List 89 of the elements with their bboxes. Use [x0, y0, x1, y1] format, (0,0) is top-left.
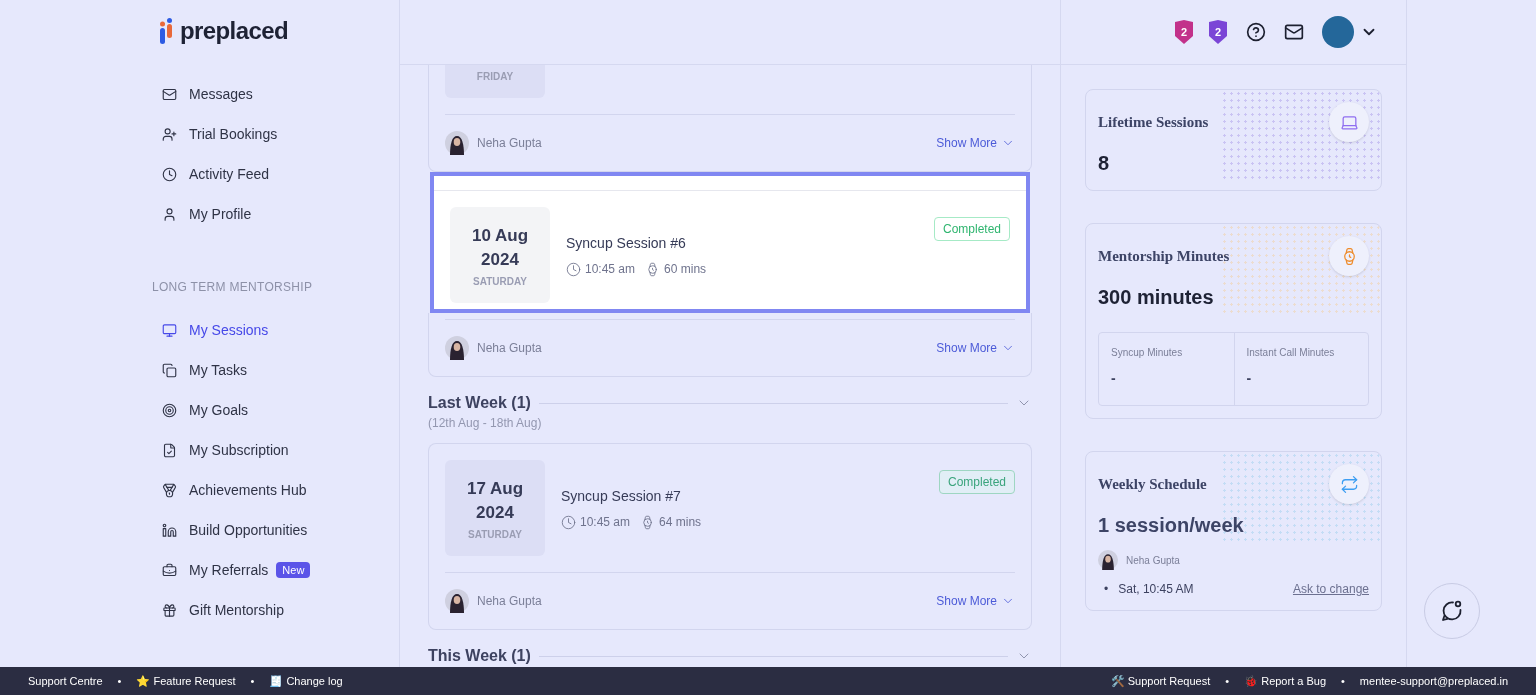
breakdown-value: -: [1246, 369, 1253, 388]
nav-item[interactable]: My Sessions: [152, 310, 399, 350]
session-day: 10 Aug: [471, 224, 528, 248]
group-title: This Week (1): [428, 646, 531, 666]
monitor-icon: [162, 322, 177, 338]
user-icon: [162, 206, 177, 222]
target-icon: [162, 402, 177, 418]
nav-item[interactable]: Activity Feed: [152, 154, 399, 194]
footer-link[interactable]: 🛠 Support Request: [1110, 672, 1211, 690]
group-date-range: (12th Aug - 18th Aug): [428, 415, 543, 431]
gift-icon: [162, 602, 177, 618]
show-more-button[interactable]: Show More: [936, 592, 1015, 610]
nav-item[interactable]: Gift Mentorship: [152, 590, 399, 630]
nav-item[interactable]: My Referrals New: [152, 550, 399, 590]
briefcase-icon: [162, 562, 177, 578]
separator-dot: •: [250, 673, 255, 689]
session-duration: 60 mins: [664, 261, 707, 278]
breakdown-label: Instant Call Minutes: [1246, 346, 1336, 360]
user-plus-icon: [162, 126, 177, 142]
schedule-slot: Sat, 10:45 AM: [1118, 580, 1194, 598]
stat-value: 8: [1098, 151, 1111, 176]
document-check-icon: [162, 442, 177, 458]
footer-link[interactable]: 🧾 Change log: [269, 672, 343, 690]
avatar: [445, 131, 469, 155]
nav-item[interactable]: Trial Bookings: [152, 114, 399, 154]
status-label: Completed: [933, 217, 1010, 241]
chat-button[interactable]: [1424, 583, 1480, 639]
card-title: Weekly Schedule: [1098, 474, 1207, 494]
mentor-name: Neha Gupta: [1126, 553, 1180, 568]
nav-item[interactable]: Messages: [152, 74, 399, 114]
mentor-name: Neha Gupta: [477, 593, 542, 610]
stat-value: 300 minutes: [1098, 285, 1215, 310]
session-time: 10:45 am: [580, 514, 631, 531]
show-more-button[interactable]: Show More: [936, 339, 1015, 357]
card-title: Lifetime Sessions: [1098, 112, 1209, 132]
breakdown-value: -: [1111, 369, 1117, 388]
status-label: Completed: [938, 470, 1015, 494]
footer-link[interactable]: 🐞 Report a Bug: [1244, 672, 1326, 690]
show-more-button[interactable]: Show More: [936, 134, 1015, 152]
level-badge[interactable]: 2: [1208, 20, 1228, 44]
chat-icon: [1440, 599, 1464, 623]
help-icon[interactable]: [1246, 22, 1266, 42]
footer-link[interactable]: mentee-support@preplaced.in: [1359, 672, 1508, 690]
footer-link[interactable]: ⭐ Feature Request: [136, 672, 236, 690]
layers-icon: [162, 362, 177, 378]
mentor-name: Neha Gupta: [477, 135, 542, 152]
logo[interactable]: preplaced: [152, 18, 399, 44]
level-badge[interactable]: 2: [1174, 20, 1194, 44]
nav-item[interactable]: My Profile: [152, 194, 399, 234]
group-title: Last Week (1): [428, 393, 531, 413]
new-badge: New: [276, 562, 311, 578]
session-year: 2024: [476, 502, 514, 524]
nav-item[interactable]: My Goals: [152, 390, 399, 430]
nav-item[interactable]: Achievements Hub: [152, 470, 399, 510]
session-year: 2024: [481, 249, 519, 271]
avatar: [445, 336, 469, 360]
mentor-name: Neha Gupta: [477, 340, 542, 357]
repeat-icon: [1339, 474, 1359, 494]
session-title: Syncup Session #6: [566, 234, 687, 253]
bullet-mark: •: [1104, 581, 1109, 598]
session-weekday: FRIDAY: [476, 70, 514, 84]
mail-icon[interactable]: [1284, 22, 1304, 42]
session-duration: 64 mins: [659, 514, 702, 531]
ask-to-change-link[interactable]: Ask to change: [1292, 580, 1369, 598]
medal-icon: [162, 482, 177, 498]
session-weekday: SATURDAY: [468, 528, 522, 542]
avatar: [1098, 550, 1118, 570]
clock-icon: [561, 514, 576, 530]
section-title: LONG TERM MENTORSHIP: [152, 279, 314, 296]
separator-dot: •: [117, 673, 122, 689]
nav-item[interactable]: My Tasks: [152, 350, 399, 390]
session-weekday: SATURDAY: [473, 275, 527, 289]
clock-icon: [162, 166, 177, 182]
stat-value: 1 session/week: [1098, 513, 1245, 538]
session-title: Syncup Session #7: [561, 487, 682, 506]
card-title: Mentorship Minutes: [1098, 246, 1230, 266]
nav-item[interactable]: My Subscription: [152, 430, 399, 470]
session-day: 17 Aug: [466, 477, 523, 501]
clock-icon: [566, 261, 581, 277]
breakdown-label: Syncup Minutes: [1111, 346, 1184, 360]
session-time: 10:45 am: [585, 261, 636, 278]
profile-avatar[interactable]: [1322, 16, 1354, 48]
mail-icon: [162, 86, 177, 102]
footer-link[interactable]: Support Centre: [28, 672, 103, 690]
avatar: [445, 589, 469, 613]
linkedin-icon: [162, 522, 177, 538]
separator-dot: •: [1225, 673, 1230, 689]
separator-dot: •: [1341, 673, 1345, 689]
nav-item[interactable]: Build Opportunities: [152, 510, 399, 550]
